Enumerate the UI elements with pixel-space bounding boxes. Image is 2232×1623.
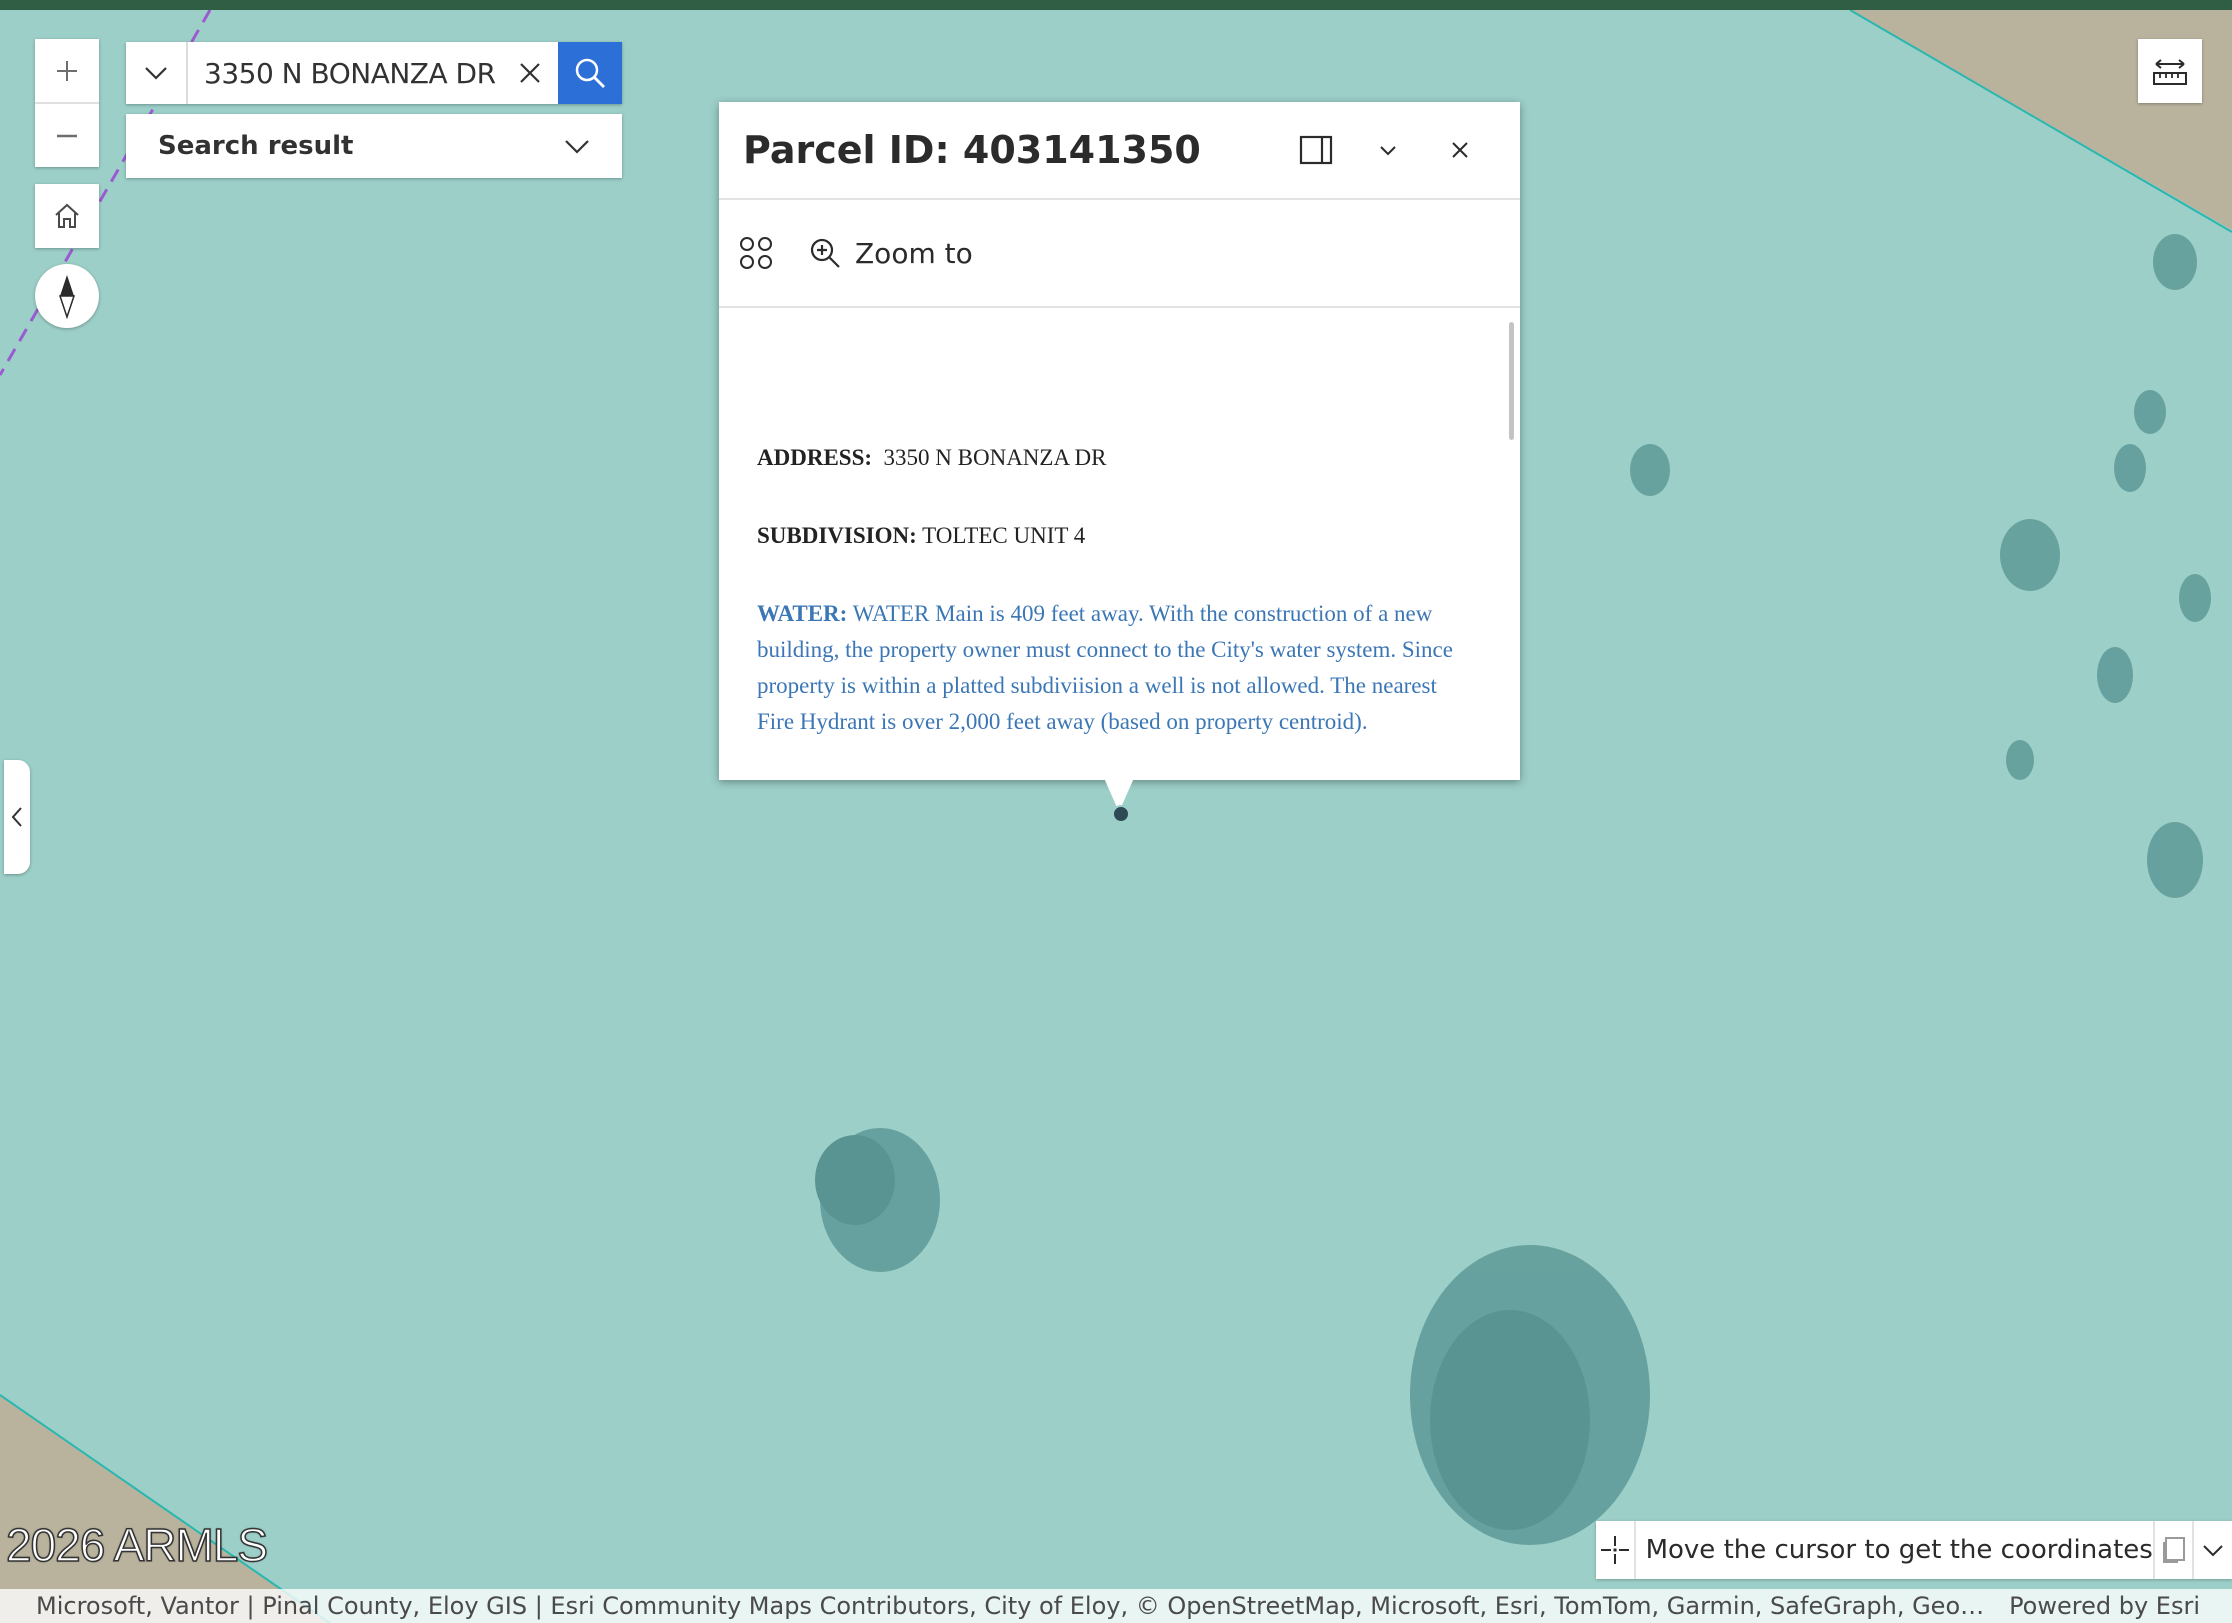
dock-icon [1299, 135, 1333, 165]
parcel-popup: Parcel ID: 403141350 Zoom to ADDRESS: 33… [719, 102, 1520, 780]
powered-by-esri[interactable]: Powered by Esri [1985, 1592, 2232, 1620]
close-icon [1452, 142, 1468, 158]
zoom-in-icon [810, 238, 840, 268]
measure-button[interactable] [2138, 39, 2202, 103]
home-icon [55, 203, 79, 228]
zoom-control [35, 39, 99, 167]
address-label: ADDRESS: [757, 445, 873, 470]
location-marker[interactable] [1112, 805, 1130, 823]
address-row: ADDRESS: 3350 N BONANZA DR [757, 440, 1474, 476]
attribution-bar[interactable]: Microsoft, Vantor | Pinal County, Eloy G… [0, 1589, 2232, 1623]
search-result-dropdown[interactable]: Search result [126, 114, 622, 178]
plus-icon [57, 60, 77, 81]
measure-icon [2153, 59, 2187, 85]
search-source-dropdown[interactable] [126, 42, 188, 104]
subdivision-label: SUBDIVISION: [757, 523, 917, 548]
chevron-down-icon [2203, 1544, 2223, 1556]
popup-content[interactable]: ADDRESS: 3350 N BONANZA DR SUBDIVISION: … [719, 314, 1520, 780]
coordinate-widget: Move the cursor to get the coordinates [1596, 1521, 2232, 1579]
attribution-sources: Microsoft, Vantor | Pinal County, Eloy G… [36, 1592, 1986, 1620]
minus-icon [57, 134, 77, 137]
clear-search-button[interactable] [502, 42, 558, 104]
chevron-left-icon [11, 807, 22, 827]
chevron-down-icon [1380, 145, 1396, 155]
popup-actions: Zoom to [719, 200, 1520, 308]
popup-title: Parcel ID: 403141350 [743, 128, 1201, 172]
features-icon [740, 237, 772, 269]
close-popup-button[interactable] [1424, 120, 1496, 180]
expand-panel-button[interactable] [4, 760, 30, 874]
copy-icon [2162, 1537, 2185, 1563]
zoom-to-label: Zoom to [855, 236, 973, 270]
chevron-down-icon [145, 67, 167, 80]
search-icon [575, 58, 605, 88]
search-widget: 3350 N BONANZA DR [126, 42, 622, 104]
crosshair-icon [1600, 1536, 1629, 1564]
zoom-out-button[interactable] [35, 104, 99, 167]
water-row: WATER: WATER Main is 409 feet away. With… [757, 596, 1474, 740]
collapse-popup-button[interactable] [1352, 120, 1424, 180]
coordinate-mode-button[interactable] [1596, 1521, 1636, 1579]
features-button[interactable] [739, 236, 773, 270]
search-input[interactable]: 3350 N BONANZA DR [188, 42, 502, 104]
address-value: 3350 N BONANZA DR [883, 445, 1107, 470]
compass-icon [58, 275, 76, 319]
subdivision-row: SUBDIVISION: TOLTEC UNIT 4 [757, 518, 1474, 554]
compass-button[interactable] [35, 264, 99, 328]
water-label: WATER: [757, 601, 848, 626]
coordinate-options-button[interactable] [2192, 1521, 2232, 1579]
watermark: 2026 ARMLS [5, 1518, 269, 1572]
coordinate-readout: Move the cursor to get the coordinates [1645, 1535, 2153, 1565]
home-button[interactable] [35, 184, 99, 248]
popup-scrollbar[interactable] [1509, 322, 1514, 440]
clear-icon [520, 63, 540, 83]
subdivision-value: TOLTEC UNIT 4 [922, 523, 1086, 548]
zoom-to-button[interactable]: Zoom to [809, 237, 973, 270]
search-input-value: 3350 N BONANZA DR [204, 56, 496, 90]
top-bar [0, 0, 2232, 10]
search-result-label: Search result [158, 131, 354, 161]
copy-coordinates-button[interactable] [2152, 1521, 2193, 1579]
popup-header: Parcel ID: 403141350 [719, 102, 1520, 200]
dock-button[interactable] [1280, 120, 1352, 180]
zoom-in-button[interactable] [35, 39, 99, 102]
search-button[interactable] [558, 42, 622, 104]
water-text: WATER Main is 409 feet away. With the co… [757, 601, 1453, 734]
chevron-down-icon [565, 139, 589, 154]
